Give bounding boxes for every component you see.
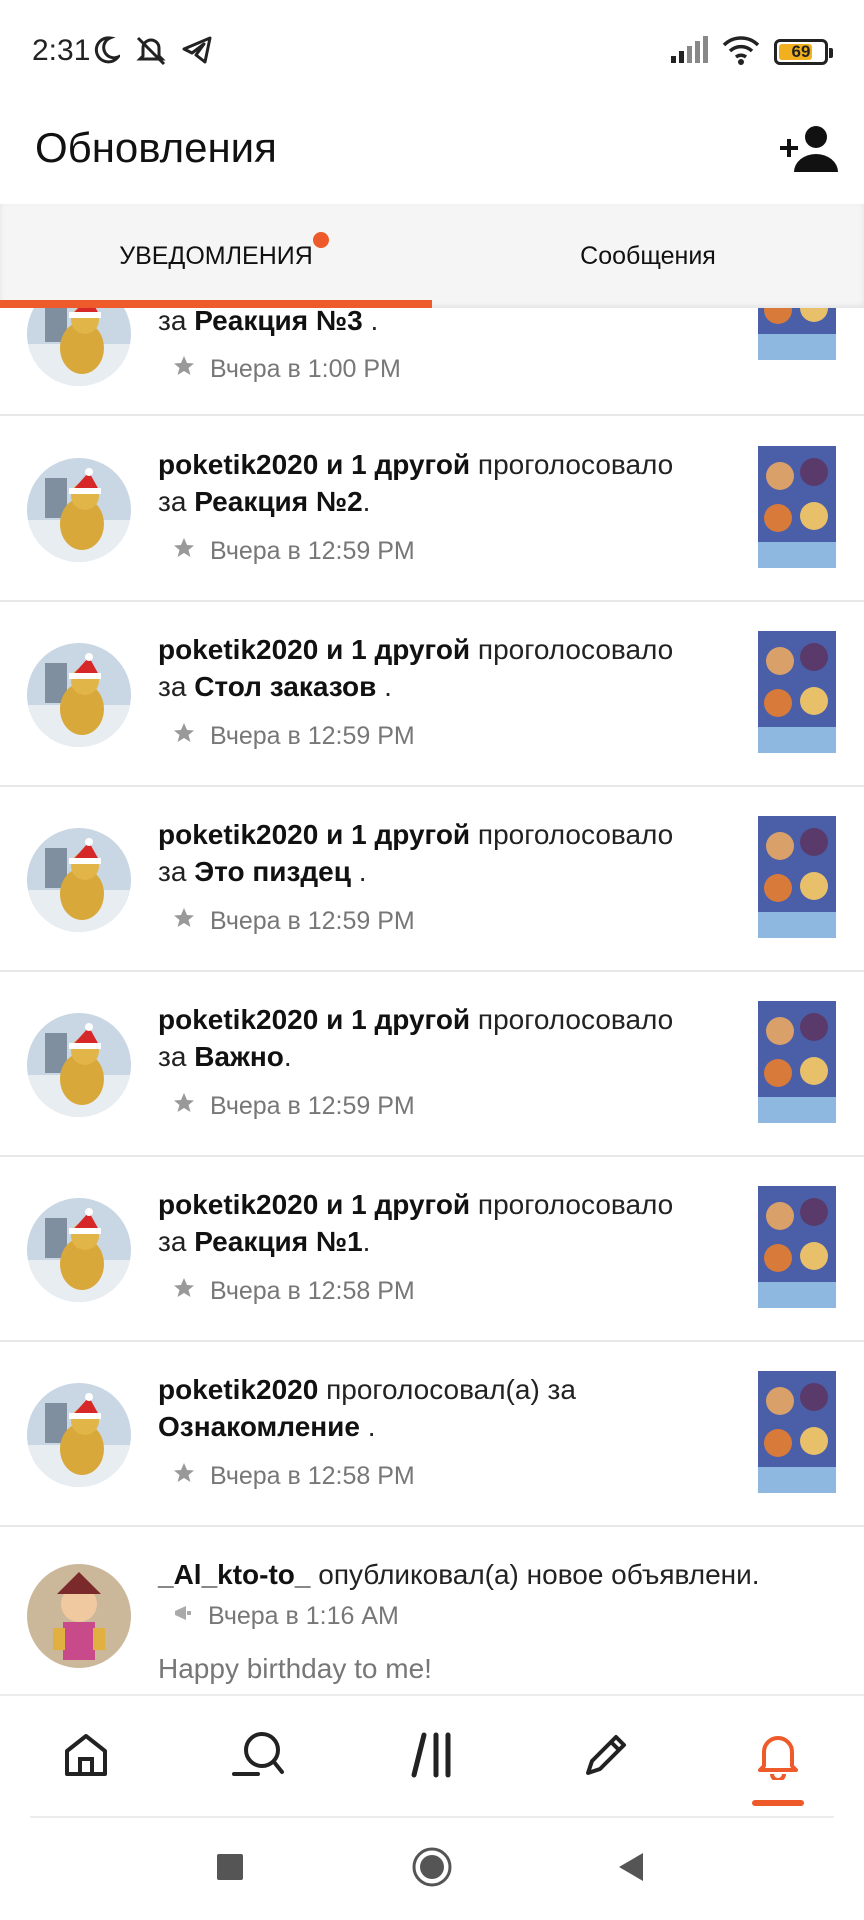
notification-text: poketik2020 проголосовал(а) за Ознакомле…: [158, 1374, 576, 1442]
notification-meta: Вчера в 12:59 PM: [172, 1091, 415, 1122]
notification-time: Вчера в 1:00 PM: [210, 355, 401, 383]
moon-icon: [92, 35, 123, 70]
notification-time: Вчера в 12:59 PM: [210, 1092, 415, 1120]
list-item[interactable]: poketik2020 и 1 другой проголосовало за …: [0, 973, 864, 1157]
notification-meta: Вчера в 12:58 PM: [172, 1276, 415, 1307]
status-icons-right: 69: [670, 32, 833, 72]
bottom-nav: [0, 1694, 864, 1816]
notification-text: _Al_kto-to_ опубликовал(а) новое объявле…: [158, 1559, 760, 1590]
nav-active-indicator: [752, 1800, 804, 1806]
star-icon: [172, 1461, 196, 1492]
list-item[interactable]: poketik2020 проголосовал(а) за Ознакомле…: [0, 1343, 864, 1527]
notification-time: Вчера в 1:16 AM: [208, 1602, 399, 1630]
list-item[interactable]: _Al_kto-to_ опубликовал(а) новое объявле…: [0, 1528, 864, 1694]
feed-icon: [410, 1731, 454, 1784]
unread-badge: [313, 232, 329, 248]
notification-meta: Вчера в 12:59 PM: [172, 906, 415, 937]
avatar: [27, 1564, 131, 1668]
tab-messages-label: Сообщения: [580, 241, 716, 270]
notification-text: poketik2020 и 1 другой проголосовало за …: [158, 819, 674, 887]
status-bar: 2:31 69: [0, 0, 864, 100]
announcement-preview: Happy birthday to me!: [158, 1653, 432, 1684]
post-thumbnail[interactable]: [758, 1186, 836, 1308]
star-icon: [172, 1091, 196, 1122]
nav-search-button[interactable]: [198, 1696, 318, 1818]
avatar: [27, 308, 131, 386]
notification-meta: Вчера в 12:58 PM: [172, 1461, 415, 1492]
avatar: [27, 828, 131, 932]
pencil-icon: [582, 1731, 630, 1784]
list-item[interactable]: poketik2020 и 1 другой проголосовало за …: [0, 1158, 864, 1342]
recents-button[interactable]: [190, 1818, 270, 1920]
tab-bar: УВЕДОМЛЕНИЯ Сообщения: [0, 204, 864, 308]
notification-meta: Вчера в 1:16 AM: [172, 1602, 399, 1631]
add-user-button[interactable]: [776, 118, 842, 184]
back-button[interactable]: [590, 1818, 670, 1920]
status-time: 2:31: [32, 34, 91, 67]
notification-meta: Вчера в 12:59 PM: [172, 721, 415, 752]
post-thumbnail[interactable]: [758, 446, 836, 568]
list-item[interactable]: poketik2020 и 1 другой проголосовало за …: [0, 418, 864, 602]
recents-icon: [215, 1852, 245, 1887]
notification-meta: Вчера в 12:59 PM: [172, 536, 415, 567]
notification-text: poketik2020 и 1 другой проголосовало за …: [158, 1189, 674, 1257]
notification-text: poketik2020 и 1 другой проголосовало за …: [158, 449, 674, 517]
battery-level: 69: [791, 42, 811, 61]
nav-feed-button[interactable]: [372, 1696, 492, 1818]
notification-text: за Реакция №3 .: [158, 308, 379, 336]
status-icons-left: [92, 32, 212, 72]
search-icon: [230, 1730, 286, 1785]
system-nav-bar: [0, 1818, 864, 1920]
active-tab-indicator: [0, 300, 432, 308]
app-header: Обновления: [0, 100, 864, 204]
avatar: [27, 643, 131, 747]
bell-muted-icon: [134, 34, 168, 71]
tab-messages[interactable]: Сообщения: [432, 204, 864, 308]
star-icon: [172, 906, 196, 937]
post-thumbnail[interactable]: [758, 1001, 836, 1123]
telegram-icon: [182, 36, 212, 69]
avatar: [27, 1013, 131, 1117]
battery-icon: 69: [774, 39, 833, 65]
tab-notifications[interactable]: УВЕДОМЛЕНИЯ: [0, 204, 432, 308]
bell-icon: [754, 1730, 802, 1785]
list-item[interactable]: poketik2020 и 1 другой проголосовало за …: [0, 788, 864, 972]
star-icon: [172, 1276, 196, 1307]
notification-text: poketik2020 и 1 другой проголосовало за …: [158, 634, 674, 702]
wifi-icon: [722, 35, 760, 70]
page-title: Обновления: [35, 124, 277, 171]
notification-time: Вчера в 12:59 PM: [210, 722, 415, 750]
notification-text: poketik2020 и 1 другой проголосовало за …: [158, 1004, 674, 1072]
add-user-icon: [778, 124, 840, 179]
post-thumbnail[interactable]: [758, 308, 836, 360]
back-icon: [615, 1851, 645, 1888]
notification-meta: Вчера в 1:00 PM: [172, 354, 401, 385]
notification-time: Вчера в 12:59 PM: [210, 907, 415, 935]
megaphone-icon: [172, 1602, 194, 1631]
star-icon: [172, 536, 196, 567]
signal-icon: [670, 35, 708, 69]
post-thumbnail[interactable]: [758, 1371, 836, 1493]
avatar: [27, 458, 131, 562]
system-home-button[interactable]: [392, 1818, 472, 1920]
notification-time: Вчера в 12:58 PM: [210, 1277, 415, 1305]
nav-compose-button[interactable]: [546, 1696, 666, 1818]
star-icon: [172, 354, 196, 385]
nav-home-button[interactable]: [26, 1696, 146, 1818]
home-icon: [62, 1731, 110, 1784]
list-item[interactable]: poketik2020 и 1 другой проголосовало за …: [0, 603, 864, 787]
post-thumbnail[interactable]: [758, 816, 836, 938]
list-item[interactable]: за Реакция №3 . Вчера в 1:00 PM: [0, 308, 864, 416]
notification-time: Вчера в 12:58 PM: [210, 1462, 415, 1490]
avatar: [27, 1383, 131, 1487]
avatar: [27, 1198, 131, 1302]
tab-notifications-label: УВЕДОМЛЕНИЯ: [119, 241, 313, 270]
home-circle-icon: [411, 1846, 453, 1893]
star-icon: [172, 721, 196, 752]
notification-time: Вчера в 12:59 PM: [210, 537, 415, 565]
post-thumbnail[interactable]: [758, 631, 836, 753]
notification-feed[interactable]: за Реакция №3 . Вчера в 1:00 PM poketik2…: [0, 308, 864, 1694]
